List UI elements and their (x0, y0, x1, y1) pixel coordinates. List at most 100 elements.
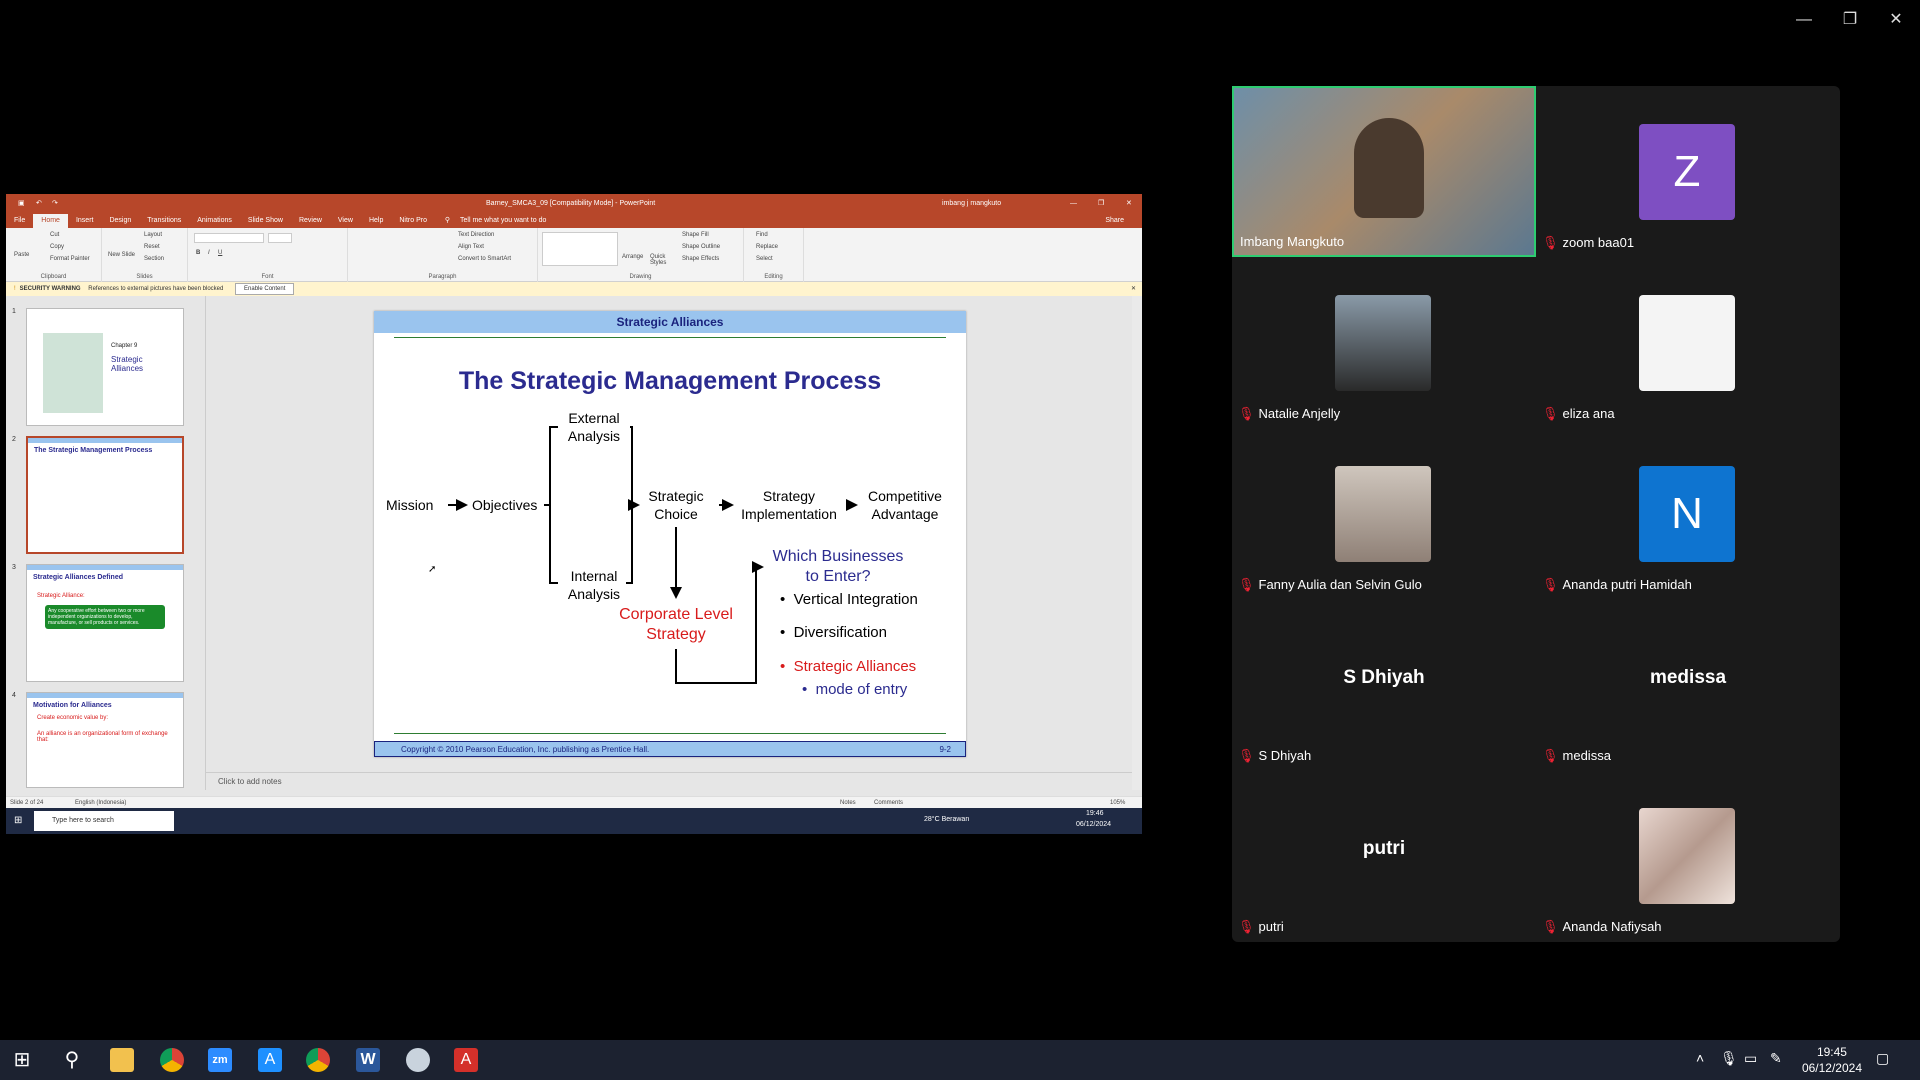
participant-tile[interactable]: Z 🎙 zoom baa01 (1536, 86, 1840, 257)
font-size-box[interactable] (268, 233, 292, 243)
reset-button[interactable]: Reset (144, 244, 160, 250)
editing-group: Find Replace Select Editing (744, 228, 804, 282)
tab-animations[interactable]: Animations (189, 214, 240, 228)
replace-button[interactable]: Replace (756, 244, 778, 250)
participant-tile[interactable]: N 🎙 Ananda putri Hamidah (1536, 428, 1840, 599)
pen-icon[interactable]: ✎ (1770, 1050, 1782, 1067)
acrobat-icon[interactable]: A (454, 1048, 478, 1072)
participant-tile[interactable]: 🎙 Natalie Anjelly (1232, 257, 1536, 428)
shape-fill-button[interactable]: Shape Fill (682, 232, 709, 238)
tray-chevron-icon[interactable]: ˄ (1696, 1050, 1704, 1066)
participant-name-row: 🎙 Natalie Anjelly (1238, 406, 1340, 422)
ppt-close[interactable]: ✕ (1126, 194, 1132, 214)
windows-start-icon[interactable]: ⊞ (14, 815, 22, 826)
vertical-scrollbar[interactable] (1132, 296, 1142, 790)
participant-tile[interactable]: medissa 🎙 medissa (1536, 599, 1840, 770)
ribbon: Paste Cut Copy Format Painter Clipboard … (6, 228, 1142, 282)
participant-tile[interactable]: 🎙 Fanny Aulia dan Selvin Gulo (1232, 428, 1536, 599)
share-button[interactable]: Share (1097, 214, 1132, 228)
thumbnail-4[interactable]: Motivation for Alliances Create economic… (26, 692, 184, 788)
mic-muted-icon: 🎙 (1238, 919, 1255, 934)
bullet-text: Strategic Alliances (793, 658, 917, 675)
copy-button[interactable]: Copy (50, 244, 64, 250)
new-slide-button[interactable]: New Slide (108, 252, 135, 258)
windows-taskbar: ⊞ ⚲ zm A W A ˄ 🎙 ▭ ✎ 19:45 06/12/2024 ▢ (0, 1040, 1920, 1080)
close-warning-icon[interactable]: ✕ (1131, 282, 1136, 296)
cover-image (43, 333, 103, 413)
align-text-button[interactable]: Align Text (458, 244, 484, 250)
layout-button[interactable]: Layout (144, 232, 162, 238)
select-button[interactable]: Select (756, 256, 773, 262)
ppt-restore[interactable]: ❐ (1098, 194, 1104, 214)
participant-tile[interactable]: 🎙 eliza ana (1536, 257, 1840, 428)
tab-design[interactable]: Design (101, 214, 139, 228)
tab-slideshow[interactable]: Slide Show (240, 214, 291, 228)
file-explorer-icon[interactable] (110, 1048, 134, 1072)
mic-icon[interactable]: 🎙 (1720, 1050, 1738, 1067)
tab-nitro[interactable]: Nitro Pro (391, 214, 435, 228)
bullet-text: Diversification (793, 624, 887, 641)
arrange-button[interactable]: Arrange (622, 254, 643, 260)
enable-content-button[interactable]: Enable Content (235, 283, 295, 295)
tab-view[interactable]: View (330, 214, 361, 228)
tab-file[interactable]: File (6, 214, 33, 228)
close-button[interactable]: ✕ (1876, 10, 1916, 30)
notes-pane[interactable]: Click to add notes (206, 772, 1132, 790)
ppt-minimize[interactable]: — (1070, 194, 1077, 214)
search-icon[interactable]: ⚲ (60, 1048, 84, 1072)
thumb-title: Motivation for Alliances (33, 702, 112, 709)
shape-outline-button[interactable]: Shape Outline (682, 244, 720, 250)
format-painter-button[interactable]: Format Painter (50, 256, 90, 262)
thumb-sub: Strategic Alliance: (37, 593, 85, 599)
windows-start-icon[interactable]: ⊞ (10, 1048, 34, 1072)
network-icon[interactable]: ▭ (1744, 1050, 1757, 1067)
participant-name-row: 🎙 Ananda Nafiysah (1542, 919, 1662, 935)
quick-styles-button[interactable]: Quick Styles (650, 254, 674, 266)
app-store-icon[interactable]: A (258, 1048, 282, 1072)
find-button[interactable]: Find (756, 232, 768, 238)
chrome-icon[interactable] (160, 1048, 184, 1072)
participant-name: Imbang Mangkuto (1240, 234, 1345, 249)
paste-button[interactable]: Paste (14, 252, 29, 258)
participant-tile[interactable]: S Dhiyah 🎙 S Dhiyah (1232, 599, 1536, 770)
copyright: Copyright © 2010 Pearson Education, Inc.… (401, 745, 650, 754)
chrome-profile-icon[interactable] (306, 1048, 330, 1072)
thumb-number: 2 (12, 436, 16, 443)
shapes-gallery[interactable] (542, 232, 618, 266)
tell-me-search[interactable]: ⚲ Tell me what you want to do (437, 214, 562, 228)
participant-tile[interactable]: Imbang Mangkuto (1232, 86, 1536, 257)
zoom-icon[interactable]: zm (208, 1048, 232, 1072)
italic-button[interactable]: I (208, 250, 210, 256)
speaker-video (1354, 118, 1424, 218)
notification-icon[interactable]: ▢ (1876, 1050, 1889, 1067)
redo-icon[interactable]: ↷ (52, 194, 58, 214)
cut-button[interactable]: Cut (50, 232, 59, 238)
participant-name-row: 🎙 medissa (1542, 748, 1611, 764)
thumbnail-1[interactable]: Chapter 9 Strategic Alliances (26, 308, 184, 426)
tab-transitions[interactable]: Transitions (139, 214, 189, 228)
text-direction-button[interactable]: Text Direction (458, 232, 494, 238)
system-clock[interactable]: 19:45 06/12/2024 (1802, 1044, 1862, 1076)
word-icon[interactable]: W (356, 1048, 380, 1072)
tab-home[interactable]: Home (33, 214, 68, 228)
thumbnail-2[interactable]: The Strategic Management Process (26, 436, 184, 554)
node-which-businesses: Which Businesses to Enter? (772, 548, 904, 585)
section-button[interactable]: Section (144, 256, 164, 262)
restore-button[interactable]: ❐ (1830, 10, 1870, 30)
font-name-box[interactable] (194, 233, 264, 243)
thumbnail-3[interactable]: Strategic Alliances Defined Strategic Al… (26, 564, 184, 682)
convert-smartart-button[interactable]: Convert to SmartArt (458, 256, 511, 262)
save-icon[interactable]: ▣ (18, 194, 25, 214)
tab-insert[interactable]: Insert (68, 214, 102, 228)
minimize-button[interactable]: — (1784, 10, 1824, 30)
participant-tile[interactable]: putri 🎙 putri (1232, 770, 1536, 941)
underline-button[interactable]: U (218, 250, 222, 256)
app-icon[interactable] (406, 1048, 430, 1072)
participant-tile[interactable]: 🎙 Ananda Nafiysah (1536, 770, 1840, 941)
tab-review[interactable]: Review (291, 214, 330, 228)
inner-search-box[interactable]: Type here to search (34, 811, 174, 831)
tab-help[interactable]: Help (361, 214, 391, 228)
undo-icon[interactable]: ↶ (36, 194, 42, 214)
bold-button[interactable]: B (196, 250, 200, 256)
shape-effects-button[interactable]: Shape Effects (682, 256, 719, 262)
